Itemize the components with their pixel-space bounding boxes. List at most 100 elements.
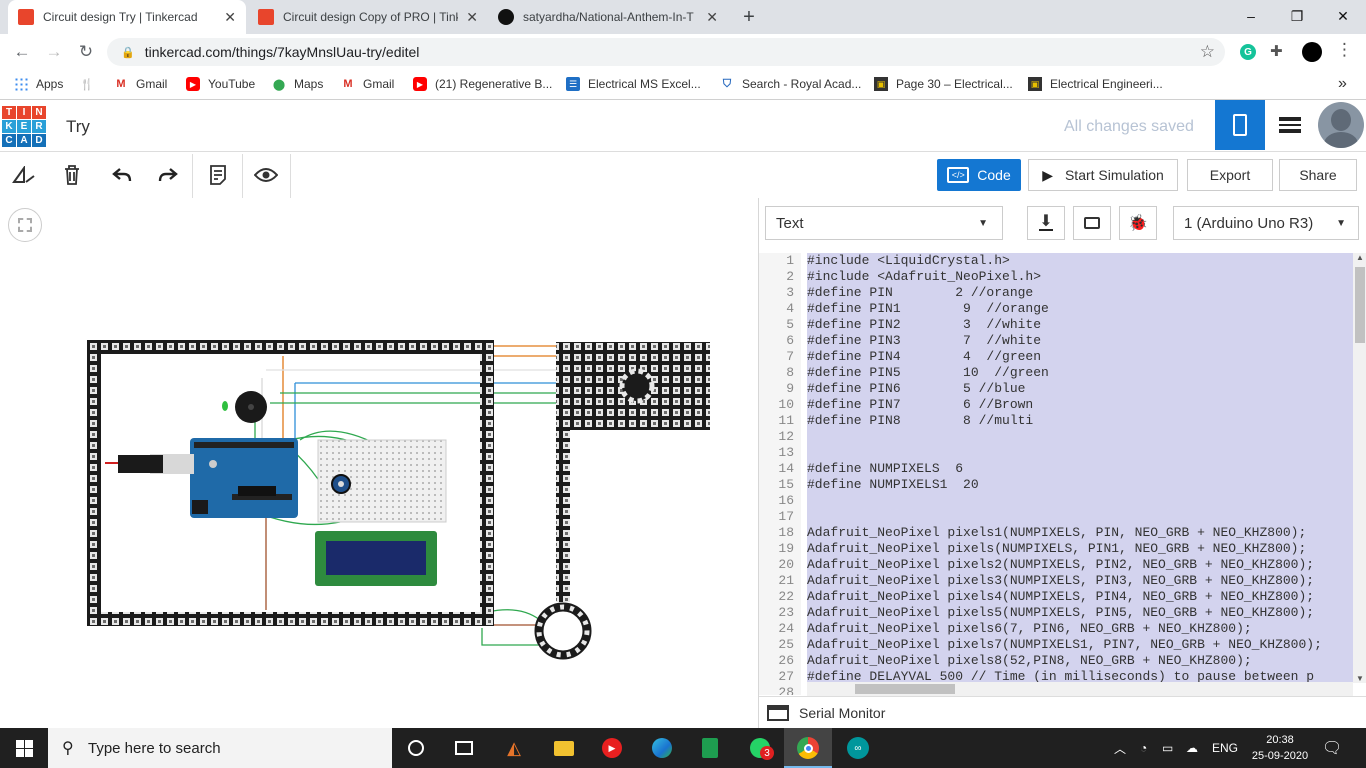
file-explorer-icon[interactable] bbox=[540, 728, 588, 768]
code-line[interactable]: #include <Adafruit_NeoPixel.h> bbox=[807, 269, 1353, 285]
visibility-eye-icon[interactable] bbox=[252, 162, 280, 188]
windows-start-icon[interactable] bbox=[0, 728, 48, 768]
scroll-down-arrow[interactable]: ▼ bbox=[1353, 674, 1366, 683]
code-line[interactable]: #define NUMPIXELS1 20 bbox=[807, 477, 1353, 493]
back-icon[interactable]: ← bbox=[10, 40, 34, 64]
code-button[interactable]: </> Code bbox=[937, 159, 1021, 191]
code-mode-dropdown[interactable]: Text ▼ bbox=[765, 206, 1003, 240]
serial-monitor-bar[interactable]: Serial Monitor bbox=[759, 696, 1366, 728]
browser-tab-2[interactable]: satyardha/National-Anthem-In-T ✕ bbox=[488, 0, 728, 34]
close-tab-icon[interactable]: ✕ bbox=[706, 9, 718, 26]
code-line[interactable]: Adafruit_NeoPixel pixels8(52,PIN8, NEO_G… bbox=[807, 653, 1353, 669]
minimize-button[interactable]: – bbox=[1228, 0, 1274, 32]
code-line[interactable]: Adafruit_NeoPixel pixels7(NUMPIXELS1, PI… bbox=[807, 637, 1353, 653]
arduino-ide-icon[interactable]: ∞ bbox=[834, 728, 882, 768]
code-line[interactable]: #define PIN4 4 //green bbox=[807, 349, 1353, 365]
url-bar[interactable]: 🔒 tinkercad.com/things/7kayMnslUau-try/e… bbox=[107, 38, 1225, 66]
code-line[interactable]: #include <LiquidCrystal.h> bbox=[807, 253, 1353, 269]
code-line[interactable]: #define PIN1 9 //orange bbox=[807, 301, 1353, 317]
code-line[interactable]: Adafruit_NeoPixel pixels5(NUMPIXELS, PIN… bbox=[807, 605, 1353, 621]
code-line[interactable]: Adafruit_NeoPixel pixels1(NUMPIXELS, PIN… bbox=[807, 525, 1353, 541]
rotate-icon[interactable] bbox=[10, 162, 38, 188]
window-close-button[interactable]: ✕ bbox=[1320, 0, 1366, 32]
onedrive-cloud-icon[interactable]: ☁ bbox=[1186, 728, 1198, 768]
bookmark-royal-acad[interactable]: ⛉ Search - Royal Acad... bbox=[720, 70, 862, 98]
code-line[interactable]: #define PIN3 7 //white bbox=[807, 333, 1353, 349]
new-tab-button[interactable]: + bbox=[734, 0, 764, 34]
bookmark-youtube[interactable]: ▶ YouTube bbox=[186, 70, 255, 98]
components-list-button[interactable] bbox=[1265, 100, 1315, 150]
bookmark-electrical-engineering[interactable]: ▣ Electrical Engineeri... bbox=[1028, 70, 1163, 98]
clock[interactable]: 20:38 25-09-2020 bbox=[1248, 732, 1312, 764]
code-line[interactable] bbox=[807, 493, 1353, 509]
bookmark-page-30[interactable]: ▣ Page 30 – Electrical... bbox=[874, 70, 1013, 98]
code-line[interactable] bbox=[807, 445, 1353, 461]
code-line[interactable]: Adafruit_NeoPixel pixels2(NUMPIXELS, PIN… bbox=[807, 557, 1353, 573]
profile-avatar[interactable] bbox=[1302, 42, 1322, 62]
circuit-canvas[interactable] bbox=[0, 198, 758, 728]
code-line[interactable]: #define PIN6 5 //blue bbox=[807, 381, 1353, 397]
show-hidden-icons-chevron-up-icon[interactable]: ︿ bbox=[1114, 728, 1126, 768]
reload-icon[interactable]: ↻ bbox=[74, 40, 98, 64]
language-indicator[interactable]: ENG bbox=[1212, 728, 1238, 768]
task-view-icon[interactable] bbox=[440, 728, 488, 768]
circuit-view-button[interactable] bbox=[1215, 100, 1265, 150]
forward-icon[interactable]: → bbox=[42, 40, 66, 64]
network-wifi-icon[interactable]: ◔ bbox=[1140, 728, 1147, 768]
download-code-button[interactable]: ⬇ bbox=[1027, 206, 1065, 240]
chrome-browser-icon[interactable] bbox=[784, 728, 832, 768]
code-line[interactable]: Adafruit_NeoPixel pixels3(NUMPIXELS, PIN… bbox=[807, 573, 1353, 589]
tinkercad-logo[interactable]: T I N K E R C A D bbox=[2, 106, 46, 147]
bookmark-star-icon[interactable]: ☆ bbox=[1200, 42, 1215, 62]
vertical-scrollbar[interactable]: ▲ ▼ bbox=[1353, 253, 1366, 683]
code-line[interactable] bbox=[807, 429, 1353, 445]
start-simulation-button[interactable]: ▶ Start Simulation bbox=[1028, 159, 1178, 191]
edge-browser-icon[interactable] bbox=[638, 728, 686, 768]
undo-icon[interactable] bbox=[108, 162, 136, 188]
taskbar-search-box[interactable]: ⚲ Type here to search bbox=[48, 728, 392, 768]
whatsapp-icon[interactable]: 3 bbox=[736, 728, 784, 768]
code-line[interactable]: Adafruit_NeoPixel pixels(NUMPIXELS, PIN1… bbox=[807, 541, 1353, 557]
maximize-button[interactable]: ❐ bbox=[1274, 0, 1320, 32]
code-line[interactable]: #define PIN2 3 //white bbox=[807, 317, 1353, 333]
scroll-thumb[interactable] bbox=[855, 684, 955, 694]
extensions-puzzle-icon[interactable]: ✚ bbox=[1270, 42, 1283, 60]
code-line[interactable] bbox=[807, 509, 1353, 525]
scroll-up-arrow[interactable]: ▲ bbox=[1353, 253, 1366, 262]
browser-tab-0[interactable]: Circuit design Try | Tinkercad ✕ bbox=[8, 0, 246, 34]
chrome-menu-icon[interactable]: ⋮ bbox=[1336, 40, 1353, 60]
redo-icon[interactable] bbox=[154, 162, 182, 188]
battery-icon[interactable]: ▭ bbox=[1162, 728, 1173, 768]
bookmark-regenerative[interactable]: ▶ (21) Regenerative B... bbox=[413, 70, 552, 98]
code-line[interactable]: #define NUMPIXELS 6 bbox=[807, 461, 1353, 477]
code-editor[interactable]: 1 2 3 4 5 6 7 8 9 10 11 12 13 14 15 16 17 18 19 20 21 22 23 24 2… bbox=[759, 253, 1353, 695]
code-line[interactable]: Adafruit_NeoPixel pixels6(7, PIN6, NEO_G… bbox=[807, 621, 1353, 637]
browser-tab-1[interactable]: Circuit design Copy of PRO | Tink ✕ bbox=[248, 0, 488, 34]
notifications-icon[interactable]: 🗨 bbox=[1322, 728, 1342, 768]
close-tab-icon[interactable]: ✕ bbox=[224, 9, 236, 26]
user-avatar[interactable] bbox=[1318, 102, 1364, 148]
delete-trash-icon[interactable] bbox=[58, 162, 86, 188]
bookmarks-overflow-button[interactable]: » bbox=[1338, 70, 1347, 98]
design-title[interactable]: Try bbox=[66, 117, 90, 137]
bookmark-gmail[interactable]: M Gmail bbox=[114, 70, 167, 98]
share-button[interactable]: Share bbox=[1279, 159, 1357, 191]
notes-icon[interactable] bbox=[204, 162, 232, 188]
excel-sheet-icon[interactable] bbox=[686, 728, 734, 768]
code-line[interactable]: Adafruit_NeoPixel pixels4(NUMPIXELS, PIN… bbox=[807, 589, 1353, 605]
device-dropdown[interactable]: 1 (Arduino Uno R3) ▼ bbox=[1173, 206, 1359, 240]
close-tab-icon[interactable]: ✕ bbox=[466, 9, 478, 26]
cortana-icon[interactable] bbox=[392, 728, 440, 768]
matlab-app-icon[interactable]: ◭ bbox=[490, 728, 538, 768]
code-text-area[interactable]: #include <LiquidCrystal.h> #include <Adaf… bbox=[807, 253, 1353, 695]
bookmark-apps[interactable]: Apps bbox=[14, 70, 63, 98]
media-player-icon[interactable]: ▶ bbox=[588, 728, 636, 768]
code-line[interactable]: #define PIN7 6 //Brown bbox=[807, 397, 1353, 413]
bookmark-electrical-excel[interactable]: ☰ Electrical MS Excel... bbox=[566, 70, 701, 98]
export-button[interactable]: Export bbox=[1187, 159, 1273, 191]
grammarly-extension-icon[interactable]: G bbox=[1240, 44, 1256, 60]
debugger-button[interactable]: 🐞 bbox=[1119, 206, 1157, 240]
libraries-button[interactable] bbox=[1073, 206, 1111, 240]
bookmark-maps[interactable]: ⬤ Maps bbox=[272, 70, 324, 98]
bookmark-food-icon-only[interactable]: 🍴 bbox=[80, 70, 102, 98]
